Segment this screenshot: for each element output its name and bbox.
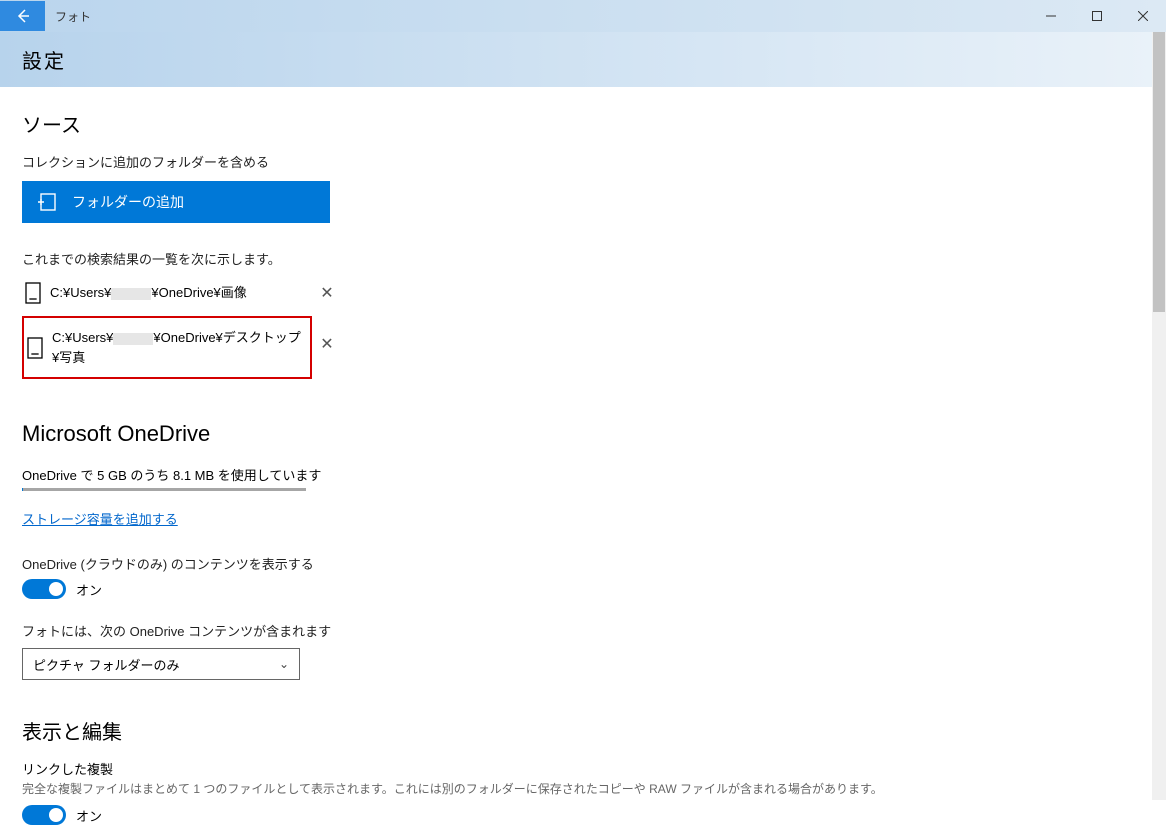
add-storage-link[interactable]: ストレージ容量を追加する — [22, 509, 178, 528]
scrollbar-thumb[interactable] — [1153, 32, 1165, 312]
app-title: フォト — [55, 8, 91, 25]
add-folder-label: フォルダーの追加 — [72, 192, 184, 212]
maximize-icon — [1092, 11, 1102, 21]
chevron-down-icon: ⌄ — [279, 657, 289, 671]
onedrive-heading: Microsoft OneDrive — [22, 421, 1144, 447]
arrow-left-icon — [15, 8, 31, 24]
linked-dup-toggle[interactable] — [22, 805, 66, 825]
onedrive-usage-bar — [22, 488, 306, 491]
device-icon — [22, 282, 50, 304]
onedrive-contents-label: フォトには、次の OneDrive コンテンツが含まれます — [22, 621, 1144, 640]
close-icon — [1138, 11, 1148, 21]
remove-folder-button[interactable]: ✕ — [312, 283, 342, 303]
toggle-knob — [49, 582, 63, 596]
content-area: ソース コレクションに追加のフォルダーを含める フォルダーの追加 これまでの検索… — [0, 87, 1166, 825]
maximize-button[interactable] — [1074, 1, 1120, 31]
dropdown-value: ピクチャ フォルダーのみ — [33, 655, 179, 674]
folder-row-highlighted: C:¥Users¥¥OneDrive¥デスクトップ¥写真 — [22, 316, 312, 379]
page-title: 設定 — [22, 45, 66, 74]
include-folders-label: コレクションに追加のフォルダーを含める — [22, 152, 1144, 171]
cloud-only-toggle-row: オン — [22, 579, 1144, 599]
usage-bar-fill — [22, 488, 23, 491]
sources-heading: ソース — [22, 109, 1144, 138]
path-suffix: ¥OneDrive¥画像 — [151, 285, 246, 300]
close-button[interactable] — [1120, 1, 1166, 31]
linked-duplicates-desc: 完全な複製ファイルはまとめて 1 つのファイルとして表示されます。これには別のフ… — [22, 780, 1144, 799]
path-prefix: C:¥Users¥ — [52, 330, 113, 345]
folder-path: C:¥Users¥¥OneDrive¥デスクトップ¥写真 — [52, 328, 310, 367]
header-band: 設定 — [0, 32, 1166, 87]
minimize-icon — [1046, 11, 1056, 21]
back-button[interactable] — [0, 1, 45, 31]
onedrive-contents-dropdown[interactable]: ピクチャ フォルダーのみ ⌄ — [22, 648, 300, 680]
display-edit-heading: 表示と編集 — [22, 716, 1144, 745]
cloud-only-toggle[interactable] — [22, 579, 66, 599]
device-icon — [24, 337, 52, 359]
redacted-user — [111, 288, 151, 300]
cloud-only-label: OneDrive (クラウドのみ) のコンテンツを表示する — [22, 554, 1144, 573]
onedrive-usage-text: OneDrive で 5 GB のうち 8.1 MB を使用しています — [22, 465, 1144, 484]
path-prefix: C:¥Users¥ — [50, 285, 111, 300]
folder-row-highlighted-wrap: C:¥Users¥¥OneDrive¥デスクトップ¥写真 ✕ — [22, 308, 342, 379]
linked-dup-toggle-row: オン — [22, 805, 1144, 825]
search-results-label: これまでの検索結果の一覧を次に示します。 — [22, 249, 1144, 268]
vertical-scrollbar[interactable] — [1152, 32, 1166, 800]
toggle-state-label: オン — [76, 580, 102, 599]
remove-folder-button[interactable]: ✕ — [312, 334, 342, 354]
minimize-button[interactable] — [1028, 1, 1074, 31]
window-controls — [1028, 1, 1166, 31]
folder-path: C:¥Users¥ ¥OneDrive¥画像 — [50, 283, 312, 303]
add-folder-icon — [36, 191, 58, 213]
linked-duplicates-heading: リンクした複製 — [22, 759, 1144, 778]
toggle-state-label: オン — [76, 806, 102, 825]
toggle-knob — [49, 808, 63, 822]
folder-row: C:¥Users¥ ¥OneDrive¥画像 ✕ — [22, 278, 342, 308]
add-folder-button[interactable]: フォルダーの追加 — [22, 181, 330, 223]
title-bar: フォト — [0, 0, 1166, 32]
redacted-user — [113, 333, 153, 345]
